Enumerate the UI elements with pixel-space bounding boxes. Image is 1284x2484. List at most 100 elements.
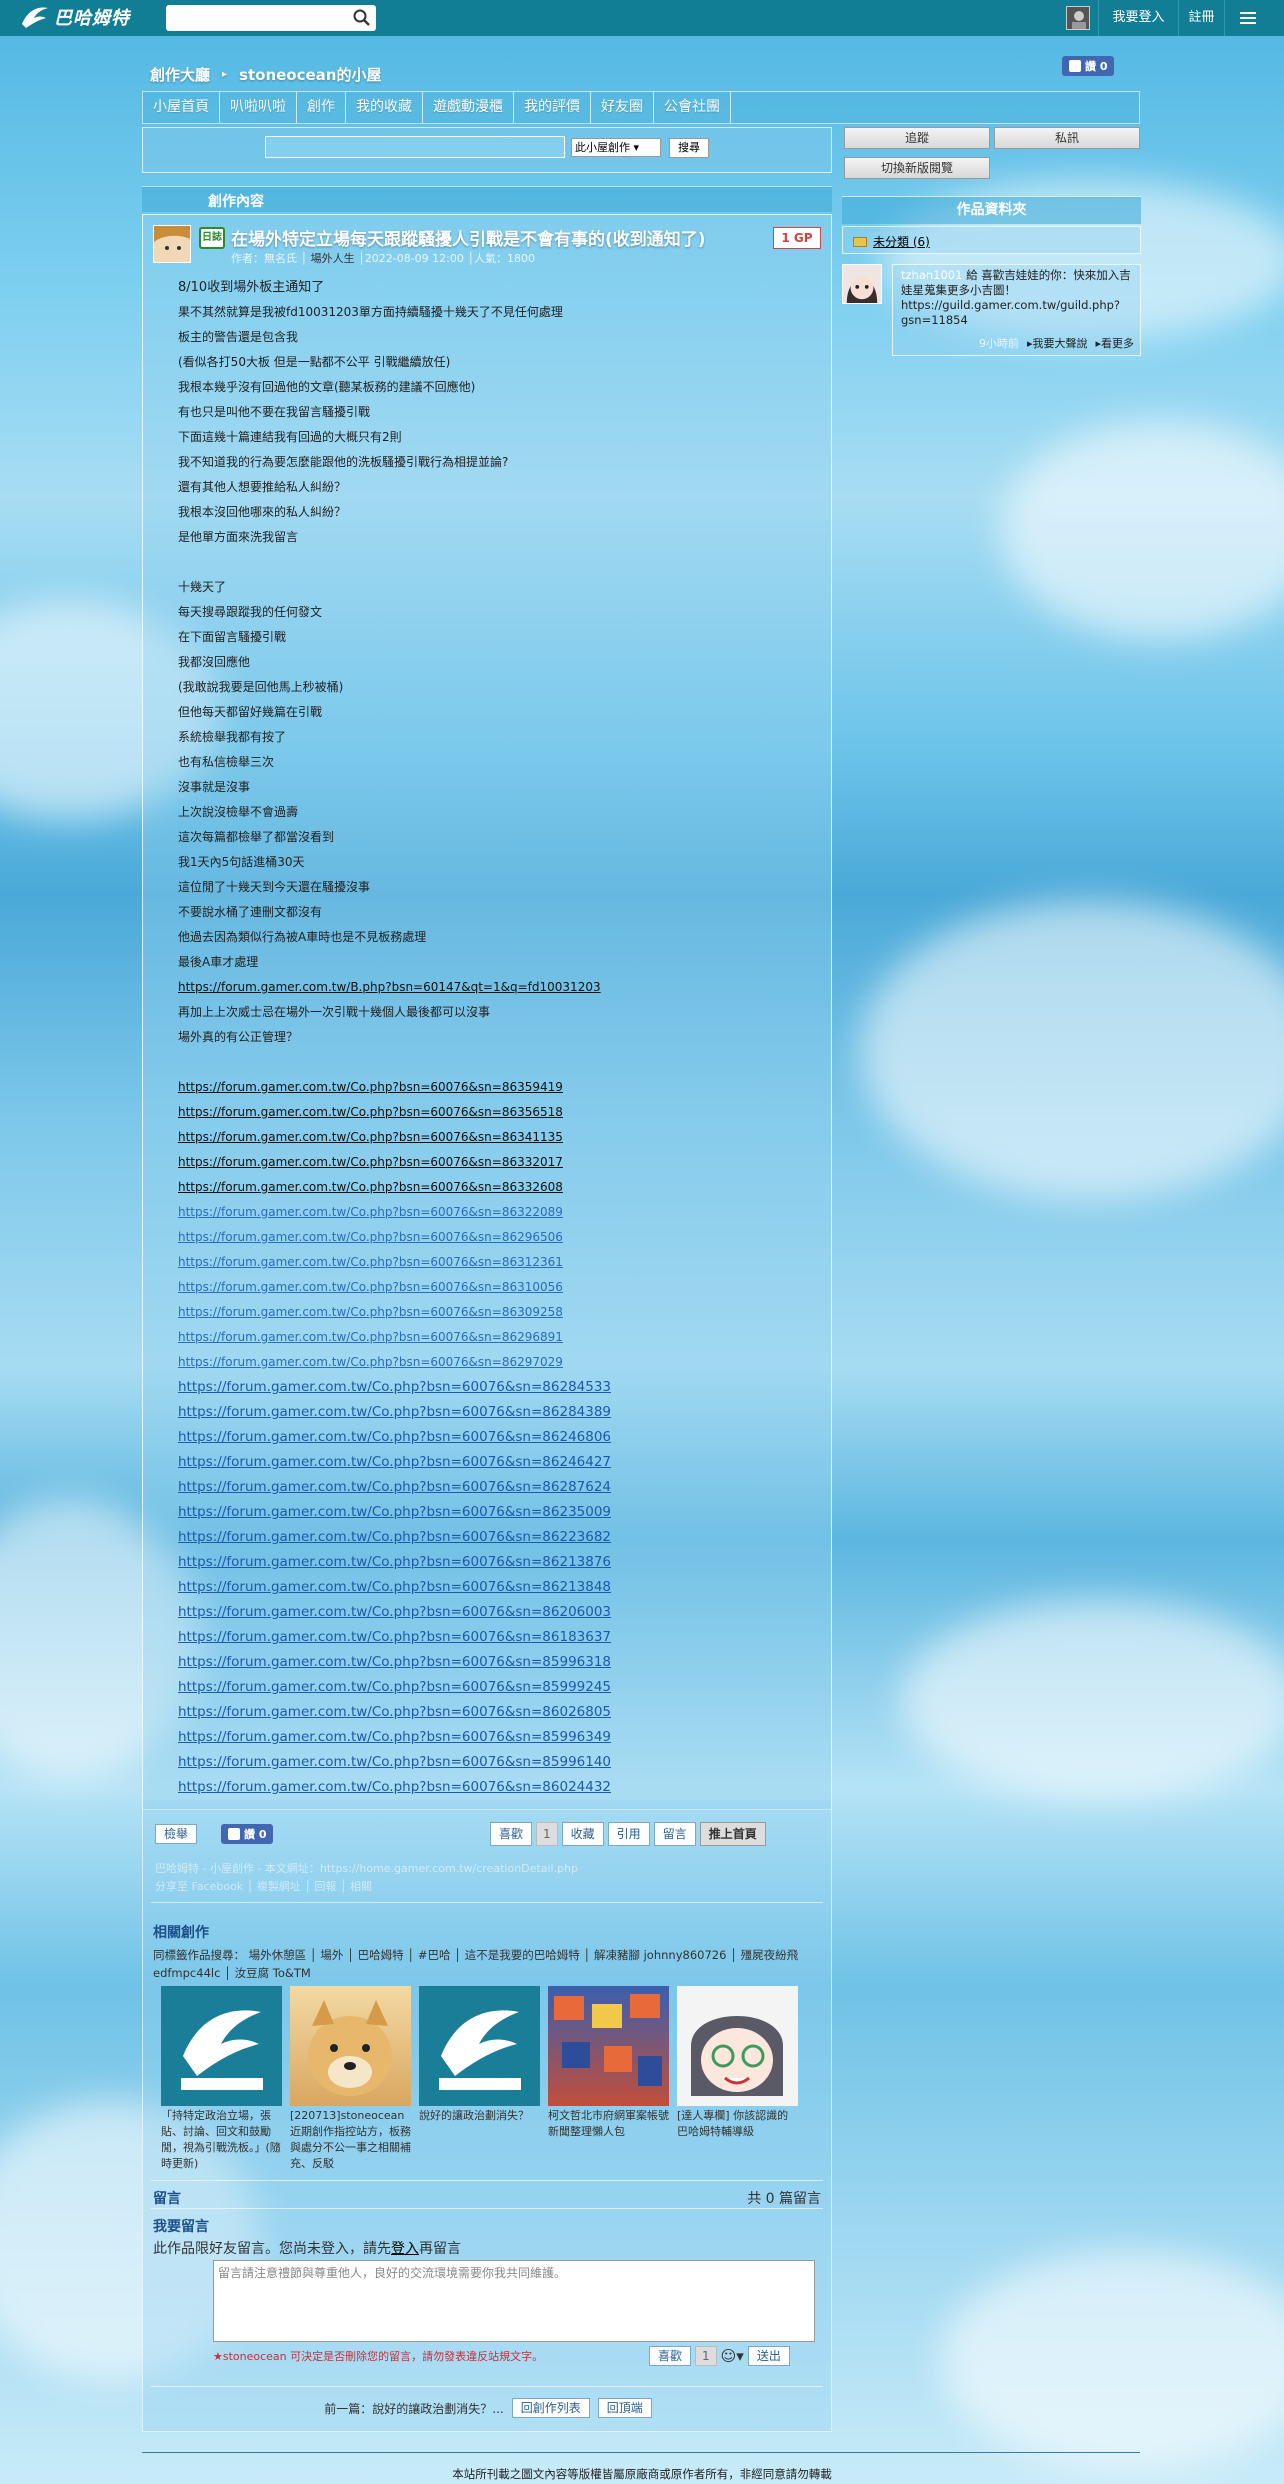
post-link[interactable]: https://forum.gamer.com.tw/Co.php?bsn=60…: [178, 1255, 563, 1269]
post-link[interactable]: https://forum.gamer.com.tw/B.php?bsn=601…: [178, 980, 601, 994]
gp-button[interactable]: 1 GP: [773, 227, 821, 249]
post-link[interactable]: https://forum.gamer.com.tw/Co.php?bsn=60…: [178, 1305, 563, 1319]
post-link[interactable]: https://forum.gamer.com.tw/Co.php?bsn=60…: [178, 1779, 611, 1795]
copyright: 本站所刊載之圖文內容等版權皆屬原廠商或原作者所有，非經同意請勿轉載: [452, 2467, 832, 2481]
post-link[interactable]: https://forum.gamer.com.tw/Co.php?bsn=60…: [178, 1504, 611, 1520]
nav-friends[interactable]: 好友圈: [591, 92, 654, 123]
facebook-like-button-bottom[interactable]: 讚 0: [221, 1824, 274, 1844]
login-link-inline[interactable]: 登入: [391, 2241, 419, 2257]
related-card[interactable]: 說好的讓政治劃消失？: [419, 1986, 540, 2172]
nav-rating[interactable]: 我的評價: [514, 92, 591, 123]
search-icon[interactable]: [352, 8, 372, 28]
post-link-line: https://forum.gamer.com.tw/Co.php?bsn=60…: [178, 1250, 818, 1275]
post-link[interactable]: https://forum.gamer.com.tw/Co.php?bsn=60…: [178, 1679, 611, 1695]
back-to-top-button[interactable]: 回頂端: [597, 2398, 652, 2418]
post-link[interactable]: https://forum.gamer.com.tw/Co.php?bsn=60…: [178, 1754, 611, 1770]
doge-image-icon: [308, 2000, 392, 2096]
activity-avatar[interactable]: [842, 264, 882, 304]
activity-say-link[interactable]: ▸我要大聲說: [1027, 335, 1088, 351]
anime-character-icon: [691, 2016, 783, 2096]
post-link[interactable]: https://forum.gamer.com.tw/Co.php?bsn=60…: [178, 1429, 611, 1445]
follow-button[interactable]: 追蹤: [844, 127, 990, 149]
post-link[interactable]: https://forum.gamer.com.tw/Co.php?bsn=60…: [178, 1604, 611, 1620]
my-comment-title: 我要留言: [153, 2219, 209, 2235]
comment-warning: ★stoneocean 可決定是否刪除您的留言，請勿發表違反站規文字。: [213, 2350, 544, 2363]
comment-textarea[interactable]: 留言請注意禮節與尊重他人，良好的交流環境需要你我共同維護。: [213, 2260, 815, 2342]
post-line: 也有私信檢舉三次: [178, 755, 275, 769]
post-link[interactable]: https://forum.gamer.com.tw/Co.php?bsn=60…: [178, 1579, 611, 1595]
home-search-button[interactable]: 搜尋: [669, 138, 709, 158]
report-button[interactable]: 檢舉: [155, 1824, 198, 1844]
emoji-picker-button[interactable]: ☺▾: [721, 2347, 744, 2365]
back-to-list-button[interactable]: 回創作列表: [511, 2398, 590, 2418]
site-logo[interactable]: 巴哈姆特: [20, 4, 130, 30]
post-link-line: https://forum.gamer.com.tw/Co.php?bsn=60…: [178, 1425, 818, 1450]
message-button[interactable]: 私訊: [994, 127, 1140, 149]
search-scope-select[interactable]: 此小屋創作 ▾: [571, 138, 661, 157]
post-board-link[interactable]: 場外人生: [311, 252, 355, 265]
user-avatar[interactable]: [1066, 6, 1090, 30]
post-link[interactable]: https://forum.gamer.com.tw/Co.php?bsn=60…: [178, 1404, 611, 1420]
breadcrumb-home[interactable]: stoneocean的小屋: [239, 64, 381, 85]
post-link[interactable]: https://forum.gamer.com.tw/Co.php?bsn=60…: [178, 1454, 611, 1470]
menu-button[interactable]: [1224, 0, 1270, 36]
post-link[interactable]: https://forum.gamer.com.tw/Co.php?bsn=60…: [178, 1704, 611, 1720]
post-link[interactable]: https://forum.gamer.com.tw/Co.php?bsn=60…: [178, 1654, 611, 1670]
comment-button[interactable]: 留言: [653, 1822, 696, 1846]
post-link[interactable]: https://forum.gamer.com.tw/Co.php?bsn=60…: [178, 1330, 563, 1344]
login-note-suffix: 再留言: [419, 2241, 461, 2257]
post-link[interactable]: https://forum.gamer.com.tw/Co.php?bsn=60…: [178, 1355, 563, 1369]
activity-more-link[interactable]: ▸看更多: [1095, 335, 1134, 351]
post-link[interactable]: https://forum.gamer.com.tw/Co.php?bsn=60…: [178, 1180, 563, 1194]
post-link[interactable]: https://forum.gamer.com.tw/Co.php?bsn=60…: [178, 1479, 611, 1495]
prev-post-link[interactable]: 前一篇：說好的讓政治劃消失？...: [324, 2400, 503, 2417]
smiley-icon: ☺: [720, 2347, 737, 2365]
post-link[interactable]: https://forum.gamer.com.tw/Co.php?bsn=60…: [178, 1205, 563, 1219]
register-link[interactable]: 註冊: [1178, 0, 1224, 36]
post-link-line: https://forum.gamer.com.tw/Co.php?bsn=60…: [178, 1700, 818, 1725]
related-thumbnail: [161, 1986, 282, 2106]
quote-button[interactable]: 引用: [607, 1822, 650, 1846]
post-link[interactable]: https://forum.gamer.com.tw/Co.php?bsn=60…: [178, 1729, 611, 1745]
activity-user[interactable]: tzhan1001: [901, 268, 962, 282]
post-link[interactable]: https://forum.gamer.com.tw/Co.php?bsn=60…: [178, 1529, 611, 1545]
collect-button[interactable]: 收藏: [561, 1822, 604, 1846]
post-link-line: https://forum.gamer.com.tw/Co.php?bsn=60…: [178, 1375, 818, 1400]
nav-bala[interactable]: 叭啦叭啦: [220, 92, 297, 123]
related-card[interactable]: 「持特定政治立場，張貼、討論、回文和鼓勵閒，視為引戰洗板。」(隨時更新): [161, 1986, 282, 2172]
post-line: 下面這幾十篇連結我有回過的大概只有2則: [178, 430, 402, 444]
nav-collection[interactable]: 我的收藏: [346, 92, 423, 123]
post-link[interactable]: https://forum.gamer.com.tw/Co.php?bsn=60…: [178, 1155, 563, 1169]
related-caption: [達人專欄] 你該認識的巴哈姆特輔導級: [677, 2109, 789, 2138]
home-search-input[interactable]: [265, 136, 565, 158]
related-card[interactable]: 柯文哲北市府網軍案帳號新聞整理懶人包: [548, 1986, 669, 2172]
folder-item-uncategorized[interactable]: 未分類 (6): [842, 226, 1141, 254]
facebook-like-button[interactable]: 讚 0: [1062, 56, 1115, 76]
post-link[interactable]: https://forum.gamer.com.tw/Co.php?bsn=60…: [178, 1554, 611, 1570]
post-link[interactable]: https://forum.gamer.com.tw/Co.php?bsn=60…: [178, 1280, 563, 1294]
post-link[interactable]: https://forum.gamer.com.tw/Co.php?bsn=60…: [178, 1105, 563, 1119]
switch-layout-button[interactable]: 切換新版閱覽: [844, 157, 990, 179]
related-card[interactable]: [220713]stoneocean近期創作指控站方，板務與處分不公一事之相關補…: [290, 1986, 411, 2172]
send-button[interactable]: 送出: [747, 2346, 790, 2366]
post-link[interactable]: https://forum.gamer.com.tw/Co.php?bsn=60…: [178, 1080, 563, 1094]
breadcrumb-root[interactable]: 創作大廳: [150, 64, 210, 85]
login-link[interactable]: 我要登入: [1098, 0, 1178, 36]
nav-guild[interactable]: 公會社團: [654, 92, 731, 123]
post-body: 8/10收到場外板主通知了 果不其然就算是我被fd10031203單方面持續騷擾十…: [178, 275, 818, 1800]
like-post-button[interactable]: 喜歡: [490, 1822, 533, 1846]
post-link-line: https://forum.gamer.com.tw/Co.php?bsn=60…: [178, 1500, 818, 1525]
related-card[interactable]: [達人專欄] 你該認識的巴哈姆特輔導級: [677, 1986, 798, 2172]
post-link[interactable]: https://forum.gamer.com.tw/Co.php?bsn=60…: [178, 1230, 563, 1244]
nav-creation[interactable]: 創作: [297, 92, 346, 123]
recommend-button[interactable]: 推上首頁: [699, 1822, 766, 1846]
site-search-input[interactable]: [166, 5, 376, 31]
nav-game-anime[interactable]: 遊戲動漫櫃: [423, 92, 514, 123]
author-avatar[interactable]: [153, 225, 191, 263]
post-link[interactable]: https://forum.gamer.com.tw/Co.php?bsn=60…: [178, 1629, 611, 1645]
post-link[interactable]: https://forum.gamer.com.tw/Co.php?bsn=60…: [178, 1130, 563, 1144]
post-line: 再加上上次威士忌在場外一次引戰十幾個人最後都可以沒事: [178, 1005, 491, 1019]
comment-like-button[interactable]: 喜歡: [649, 2346, 692, 2366]
post-link[interactable]: https://forum.gamer.com.tw/Co.php?bsn=60…: [178, 1379, 611, 1395]
nav-home[interactable]: 小屋首頁: [143, 92, 220, 123]
